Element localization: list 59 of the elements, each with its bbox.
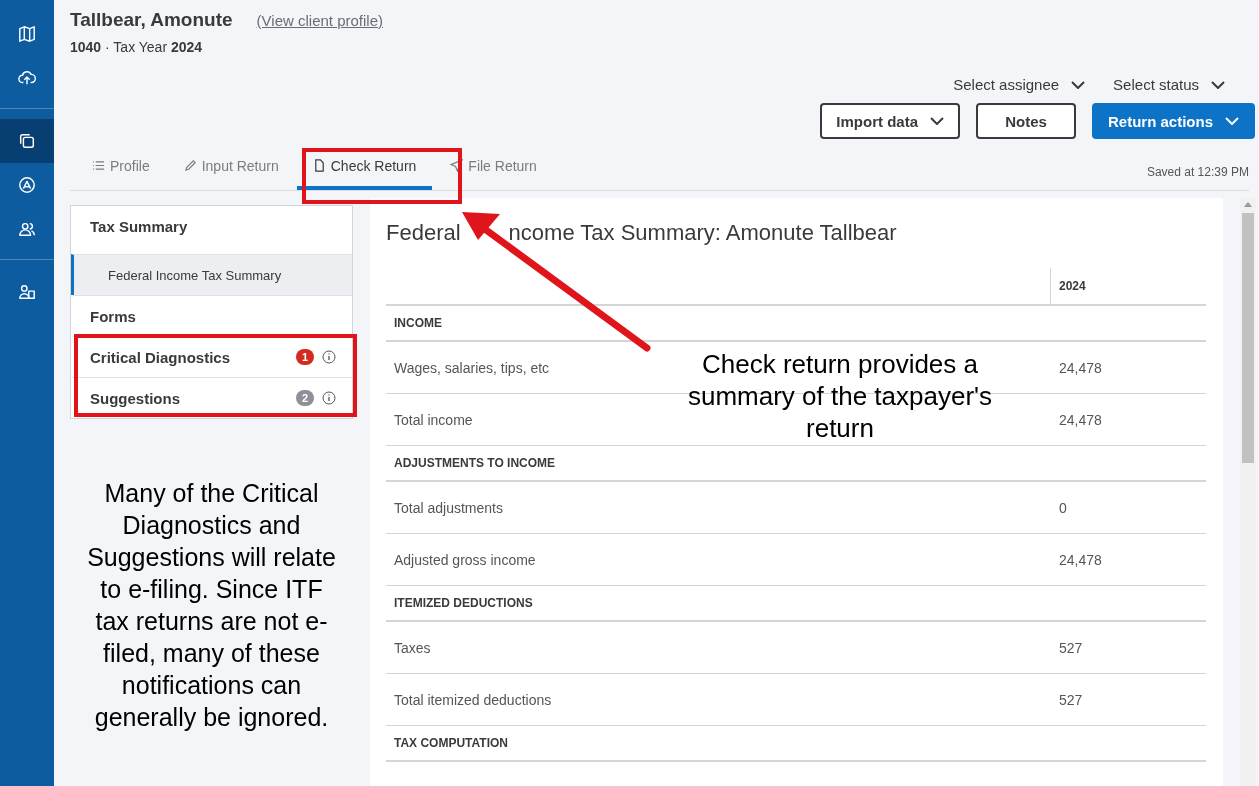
- select-dropdown[interactable]: Select status: [1113, 72, 1225, 97]
- chevron-icon: [1211, 80, 1225, 89]
- action-button[interactable]: Return actions: [1092, 103, 1255, 139]
- count-badge: 1: [296, 349, 314, 365]
- callout-text: Check return provides a summary of the taxpayer's return: [686, 348, 994, 444]
- row-label: Total itemized deductions: [393, 691, 552, 708]
- section-heading: ITEMIZED DEDUCTIONS: [393, 596, 533, 610]
- callout-text: Many of the Critical Diagnostics and Suggestions will relate to e-filing. Since ITF tax returns are not e-filed, many of these notifications can generally be ignored.: [86, 478, 337, 733]
- info-icon: [322, 391, 336, 405]
- logo-icon: [18, 176, 36, 194]
- panel-item[interactable]: Tax Summary: [71, 206, 352, 246]
- chevron-icon: [930, 117, 944, 125]
- row-label: Wages, salaries, tips, etc: [393, 359, 550, 376]
- copy-icon: [18, 132, 36, 150]
- nav-item[interactable]: [0, 119, 54, 163]
- tab[interactable]: Profile: [76, 145, 166, 190]
- tab-icon: [183, 159, 197, 172]
- action-button[interactable]: Notes: [976, 103, 1076, 139]
- panel-item[interactable]: Suggestions 2: [71, 377, 352, 418]
- cloud-icon: [18, 69, 36, 87]
- scrollbar[interactable]: [1240, 198, 1256, 786]
- tab-icon: [450, 159, 464, 172]
- table-cell-text: 24,478: [1058, 411, 1103, 428]
- column-header: 2024: [1050, 268, 1206, 304]
- tab-icon: [92, 159, 105, 172]
- row-label: Total income: [393, 411, 473, 428]
- action-button[interactable]: Import data: [820, 103, 960, 139]
- section-heading: ADJUSTMENTS TO INCOME: [393, 456, 556, 470]
- info-icon: [322, 350, 336, 364]
- card-icon: [18, 283, 36, 301]
- map-icon: [18, 25, 36, 43]
- panel-item[interactable]: Critical Diagnostics 1: [71, 336, 352, 377]
- row-label: Adjusted gross income: [393, 551, 536, 568]
- tab[interactable]: File Return: [434, 145, 553, 190]
- row-label: Total adjustments: [393, 499, 503, 516]
- table-cell-text: 527: [1058, 639, 1084, 656]
- select-dropdown[interactable]: Select assignee: [953, 72, 1086, 97]
- summary-title: Federal: [386, 220, 461, 245]
- section-heading: INCOME: [393, 316, 442, 330]
- table-cell-text: 527: [1058, 691, 1084, 708]
- tab[interactable]: Input Return: [167, 145, 295, 190]
- tab[interactable]: Check Return: [296, 145, 433, 190]
- profile-link[interactable]: (View client profile): [256, 12, 384, 29]
- count-badge: 2: [296, 390, 314, 406]
- table-cell-text: 24,478: [1058, 551, 1103, 568]
- saved-status: Saved at 12:39 PM: [1146, 164, 1249, 179]
- panel-item[interactable]: Federal Income Tax Summary: [71, 254, 352, 295]
- return-info: 1040 · Tax Year 2024: [70, 39, 204, 55]
- row-label: Taxes: [393, 639, 431, 656]
- client-name: Tallbear, Amonute: [70, 9, 233, 31]
- summary-title: ncome Tax Summary: Amonute Tallbear: [508, 220, 897, 245]
- chevron-icon: [1225, 117, 1239, 125]
- section-heading: TAX COMPUTATION: [393, 736, 508, 750]
- people-icon: [18, 220, 36, 238]
- table-cell-text: 0: [1058, 499, 1068, 516]
- tab-icon: [312, 159, 326, 172]
- panel-item[interactable]: Forms: [71, 295, 352, 336]
- table-cell-text: 24,478: [1058, 359, 1103, 376]
- chevron-icon: [1071, 80, 1086, 89]
